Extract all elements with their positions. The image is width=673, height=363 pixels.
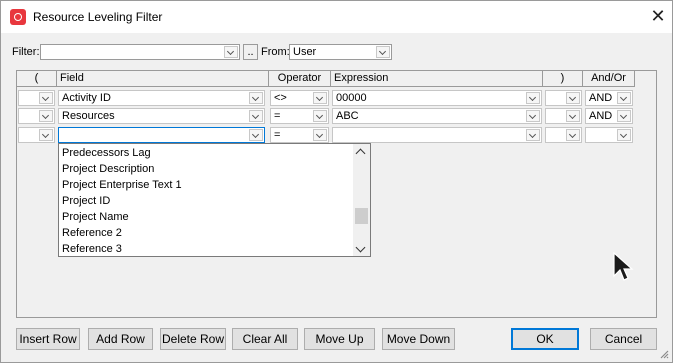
move-down-button[interactable]: Move Down <box>382 328 455 350</box>
expression-cell[interactable] <box>332 127 542 143</box>
list-item[interactable]: Predecessors Lag <box>62 145 151 161</box>
title-bar: Resource Leveling Filter ✕ <box>1 1 672 33</box>
insert-row-button[interactable]: Insert Row <box>16 328 80 350</box>
window-title: Resource Leveling Filter <box>33 10 163 24</box>
list-item[interactable]: Project ID <box>62 193 110 209</box>
app-logo-icon <box>10 9 26 25</box>
chevron-down-icon[interactable] <box>566 129 580 141</box>
from-label: From: <box>261 46 290 58</box>
chevron-down-icon[interactable] <box>39 92 53 104</box>
and-or-cell[interactable]: AND <box>585 108 633 124</box>
operator-cell[interactable]: <> <box>270 90 329 106</box>
add-row-button[interactable]: Add Row <box>88 328 153 350</box>
filter-label: Filter: <box>12 46 40 58</box>
and-or-cell[interactable]: AND <box>585 90 633 106</box>
clear-all-button[interactable]: Clear All <box>232 328 298 350</box>
chevron-down-icon[interactable] <box>526 92 540 104</box>
from-value: User <box>293 46 317 58</box>
column-header-close-paren[interactable]: ) <box>543 71 583 87</box>
column-header-expression[interactable]: Expression <box>331 71 543 87</box>
mouse-cursor-icon <box>613 252 634 281</box>
chevron-down-icon[interactable] <box>313 92 327 104</box>
open-paren-cell[interactable] <box>18 127 55 143</box>
scroll-down-icon[interactable] <box>355 242 366 253</box>
chevron-down-icon[interactable] <box>617 129 631 141</box>
list-item[interactable]: Project Description <box>62 161 154 177</box>
chevron-down-icon[interactable] <box>249 129 263 141</box>
delete-row-button[interactable]: Delete Row <box>160 328 226 350</box>
chevron-down-icon[interactable] <box>39 129 53 141</box>
list-item[interactable]: Reference 2 <box>62 225 122 241</box>
cancel-button[interactable]: Cancel <box>590 328 657 350</box>
field-cell-active[interactable] <box>58 127 265 143</box>
chevron-down-icon[interactable] <box>249 92 263 104</box>
list-item[interactable]: Project Enterprise Text 1 <box>62 177 182 193</box>
chevron-down-icon[interactable] <box>313 110 327 122</box>
resize-grip-icon[interactable] <box>659 349 669 359</box>
field-cell[interactable]: Activity ID <box>58 90 265 106</box>
filter-dropdown-icon[interactable] <box>224 46 238 58</box>
expression-cell[interactable]: ABC <box>332 108 542 124</box>
close-paren-cell[interactable] <box>545 127 582 143</box>
filter-browse-button[interactable]: .. <box>243 44 258 60</box>
and-or-cell[interactable] <box>585 127 633 143</box>
expression-cell[interactable]: 00000 <box>332 90 542 106</box>
column-header-operator[interactable]: Operator <box>269 71 331 87</box>
field-cell[interactable]: Resources <box>58 108 265 124</box>
chevron-down-icon[interactable] <box>617 92 631 104</box>
open-paren-cell[interactable] <box>18 90 55 106</box>
ok-button[interactable]: OK <box>511 328 579 350</box>
close-paren-cell[interactable] <box>545 108 582 124</box>
close-icon[interactable]: ✕ <box>649 7 667 25</box>
scrollbar-thumb[interactable] <box>355 208 368 224</box>
list-item[interactable]: Project Name <box>62 209 129 225</box>
chevron-down-icon[interactable] <box>313 129 327 141</box>
chevron-down-icon[interactable] <box>526 110 540 122</box>
chevron-down-icon[interactable] <box>566 110 580 122</box>
list-item[interactable]: Reference 3 <box>62 241 122 256</box>
chevron-down-icon[interactable] <box>526 129 540 141</box>
column-header-and-or[interactable]: And/Or <box>583 71 635 87</box>
filter-combobox[interactable] <box>40 44 240 60</box>
column-header-field[interactable]: Field <box>57 71 269 87</box>
resource-leveling-filter-dialog: Resource Leveling Filter ✕ Filter: .. Fr… <box>0 0 673 363</box>
operator-cell[interactable]: = <box>270 108 329 124</box>
chevron-down-icon[interactable] <box>617 110 631 122</box>
scroll-up-icon[interactable] <box>355 148 366 159</box>
move-up-button[interactable]: Move Up <box>304 328 375 350</box>
from-combobox[interactable]: User <box>289 44 392 60</box>
column-header-open-paren[interactable]: ( <box>17 71 57 87</box>
close-paren-cell[interactable] <box>545 90 582 106</box>
chevron-down-icon[interactable] <box>249 110 263 122</box>
chevron-down-icon[interactable] <box>39 110 53 122</box>
operator-cell[interactable]: = <box>270 127 329 143</box>
chevron-down-icon[interactable] <box>566 92 580 104</box>
dropdown-scrollbar[interactable] <box>353 144 370 256</box>
from-dropdown-icon[interactable] <box>376 46 390 58</box>
open-paren-cell[interactable] <box>18 108 55 124</box>
field-dropdown-list[interactable]: Predecessors Lag Project Description Pro… <box>58 143 371 257</box>
